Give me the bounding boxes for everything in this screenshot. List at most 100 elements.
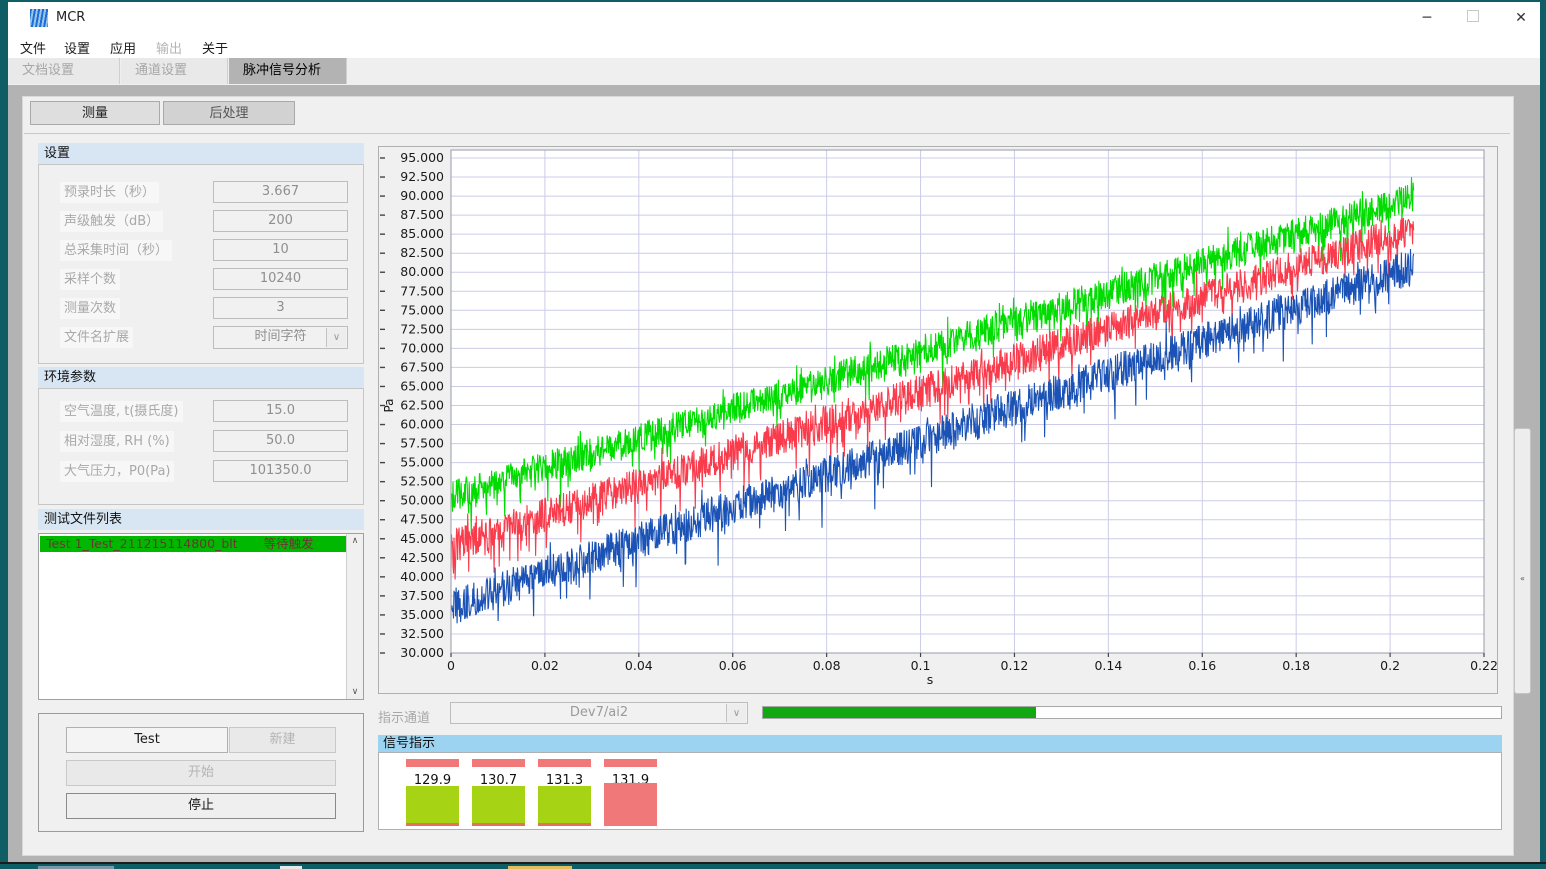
y-tick-label: 30.000 xyxy=(400,645,444,660)
menu-bar: 文件 设置 应用 输出 关于 xyxy=(8,33,1540,59)
y-tick-label: 52.500 xyxy=(400,474,444,489)
y-tick-label: 47.500 xyxy=(400,512,444,527)
field-input-total-acquisition-time[interactable]: 10 xyxy=(213,239,348,261)
field-label-total-acquisition-time: 总采集时间（秒） xyxy=(60,240,172,261)
scroll-up-icon[interactable]: ∧ xyxy=(347,534,363,548)
field-input-air-temperature[interactable]: 15.0 xyxy=(213,400,348,422)
separator-line xyxy=(24,133,1510,134)
y-tick-label: 40.000 xyxy=(400,569,444,584)
subtab-measure[interactable]: 测量 xyxy=(30,101,160,125)
field-label-measurement-count: 测量次数 xyxy=(60,298,120,319)
field-input-measurement-count[interactable]: 3 xyxy=(213,297,348,319)
subtab-post-process[interactable]: 后处理 xyxy=(163,101,295,125)
menu-apply[interactable]: 应用 xyxy=(106,37,140,58)
stop-button[interactable]: 停止 xyxy=(66,793,336,819)
signal-top-bar xyxy=(472,759,525,767)
x-tick-label: 0.14 xyxy=(1094,658,1122,673)
test-file-name: Test 1_Test_211215114800_blt xyxy=(46,536,238,551)
field-input-atmospheric-pressure[interactable]: 101350.0 xyxy=(213,460,348,482)
menu-output[interactable]: 输出 xyxy=(152,37,186,58)
y-tick-label: 77.500 xyxy=(400,283,444,298)
field-label-air-temperature: 空气温度, t(摄氏度) xyxy=(60,401,183,422)
test-file-status: 等待触发 xyxy=(264,536,314,551)
y-tick-label: 65.000 xyxy=(400,378,444,393)
file-list-header: 测试文件列表 xyxy=(38,509,364,530)
menu-file[interactable]: 文件 xyxy=(16,37,50,58)
indicator-channel-value: Dev7/ai2 xyxy=(570,705,628,720)
menu-about[interactable]: 关于 xyxy=(198,37,232,58)
scroll-down-icon[interactable]: ∨ xyxy=(347,685,363,699)
app-logo-icon xyxy=(30,9,48,27)
signal-panel-header: 信号指示 xyxy=(378,735,1502,752)
waveform-chart-svg: 95.00092.50090.00087.50085.00082.50080.0… xyxy=(379,147,1497,693)
signal-top-bar xyxy=(604,759,657,767)
x-tick-label: 0.04 xyxy=(625,658,653,673)
y-tick-label: 67.500 xyxy=(400,359,444,374)
x-tick-label: 0.08 xyxy=(813,658,841,673)
window-title: MCR xyxy=(56,10,85,25)
waveform-chart: 95.00092.50090.00087.50085.00082.50080.0… xyxy=(378,146,1498,694)
y-tick-label: 32.500 xyxy=(400,626,444,641)
field-label-atmospheric-pressure: 大气压力，P0(Pa) xyxy=(60,461,174,482)
y-tick-label: 42.500 xyxy=(400,550,444,565)
field-input-prerecord-duration[interactable]: 3.667 xyxy=(213,181,348,203)
tab-channel-settings[interactable]: 通道设置 xyxy=(121,58,228,84)
y-axis-title: Pa xyxy=(382,398,396,412)
progress-fill xyxy=(763,707,1036,718)
x-tick-label: 0.18 xyxy=(1282,658,1310,673)
indicator-channel-dropdown[interactable]: Dev7/ai2 ∨ xyxy=(450,702,748,724)
maximize-icon xyxy=(1467,10,1479,22)
test-file-listbox[interactable]: Test 1_Test_211215114800_blt 等待触发 ∧ ∨ xyxy=(38,533,364,700)
x-axis-title: s xyxy=(927,672,934,687)
y-tick-label: 90.000 xyxy=(400,188,444,203)
minimize-button[interactable]: ─ xyxy=(1410,6,1444,30)
y-tick-label: 35.000 xyxy=(400,607,444,622)
field-input-level-trigger[interactable]: 200 xyxy=(213,210,348,232)
y-tick-label: 37.500 xyxy=(400,588,444,603)
signal-panel-body: 129.9130.7131.3131.9 xyxy=(378,752,1502,830)
tab-document-settings[interactable]: 文档设置 xyxy=(8,58,120,84)
field-label-prerecord-duration: 预录时长（秒） xyxy=(60,182,159,203)
chevron-down-icon[interactable]: ∨ xyxy=(726,704,746,722)
y-tick-label: 55.000 xyxy=(400,455,444,470)
x-tick-label: 0.16 xyxy=(1188,658,1216,673)
signal-top-bar xyxy=(406,759,459,767)
y-tick-label: 45.000 xyxy=(400,531,444,546)
new-button[interactable]: 新建 xyxy=(229,727,336,753)
field-label-level-trigger: 声级触发（dB） xyxy=(60,211,163,232)
signal-top-bar xyxy=(538,759,591,767)
y-tick-label: 85.000 xyxy=(400,226,444,241)
signal-level-block-green xyxy=(406,786,459,826)
filename-extension-dropdown[interactable]: 时间字符 ∨ xyxy=(213,326,348,349)
maximize-button[interactable] xyxy=(1456,6,1490,30)
y-tick-label: 62.500 xyxy=(400,398,444,413)
chevron-down-icon[interactable]: ∨ xyxy=(326,328,346,347)
x-tick-label: 0.1 xyxy=(911,658,931,673)
list-scrollbar[interactable]: ∧ ∨ xyxy=(346,534,363,699)
test-name-input[interactable]: Test xyxy=(66,727,228,753)
signal-level-block-green xyxy=(538,786,591,826)
tab-pulse-signal-analysis[interactable]: 脉冲信号分析 xyxy=(229,58,347,84)
y-tick-label: 70.000 xyxy=(400,340,444,355)
list-item[interactable]: Test 1_Test_211215114800_blt 等待触发 xyxy=(40,536,346,552)
field-label-sample-count: 采样个数 xyxy=(60,269,120,290)
close-button[interactable]: ✕ xyxy=(1504,6,1538,30)
x-tick-label: 0.2 xyxy=(1380,658,1400,673)
x-tick-label: 0.12 xyxy=(1001,658,1029,673)
signal-level-block-red xyxy=(604,783,657,826)
y-tick-label: 92.500 xyxy=(400,169,444,184)
field-input-relative-humidity[interactable]: 50.0 xyxy=(213,430,348,452)
y-tick-label: 82.500 xyxy=(400,245,444,260)
start-button[interactable]: 开始 xyxy=(66,760,336,786)
collapsed-side-panel-handle[interactable]: « xyxy=(1514,428,1531,694)
filename-extension-value: 时间字符 xyxy=(254,329,306,344)
tab-strip: 文档设置 通道设置 脉冲信号分析 xyxy=(8,58,1540,85)
field-input-sample-count[interactable]: 10240 xyxy=(213,268,348,290)
x-tick-label: 0 xyxy=(447,658,455,673)
field-label-relative-humidity: 相对湿度, RH (%) xyxy=(60,431,174,452)
y-tick-label: 57.500 xyxy=(400,436,444,451)
title-bar: MCR ─ ✕ xyxy=(8,2,1540,33)
menu-settings[interactable]: 设置 xyxy=(60,37,94,58)
y-tick-label: 60.000 xyxy=(400,417,444,432)
field-label-filename-extension: 文件名扩展 xyxy=(60,327,133,348)
